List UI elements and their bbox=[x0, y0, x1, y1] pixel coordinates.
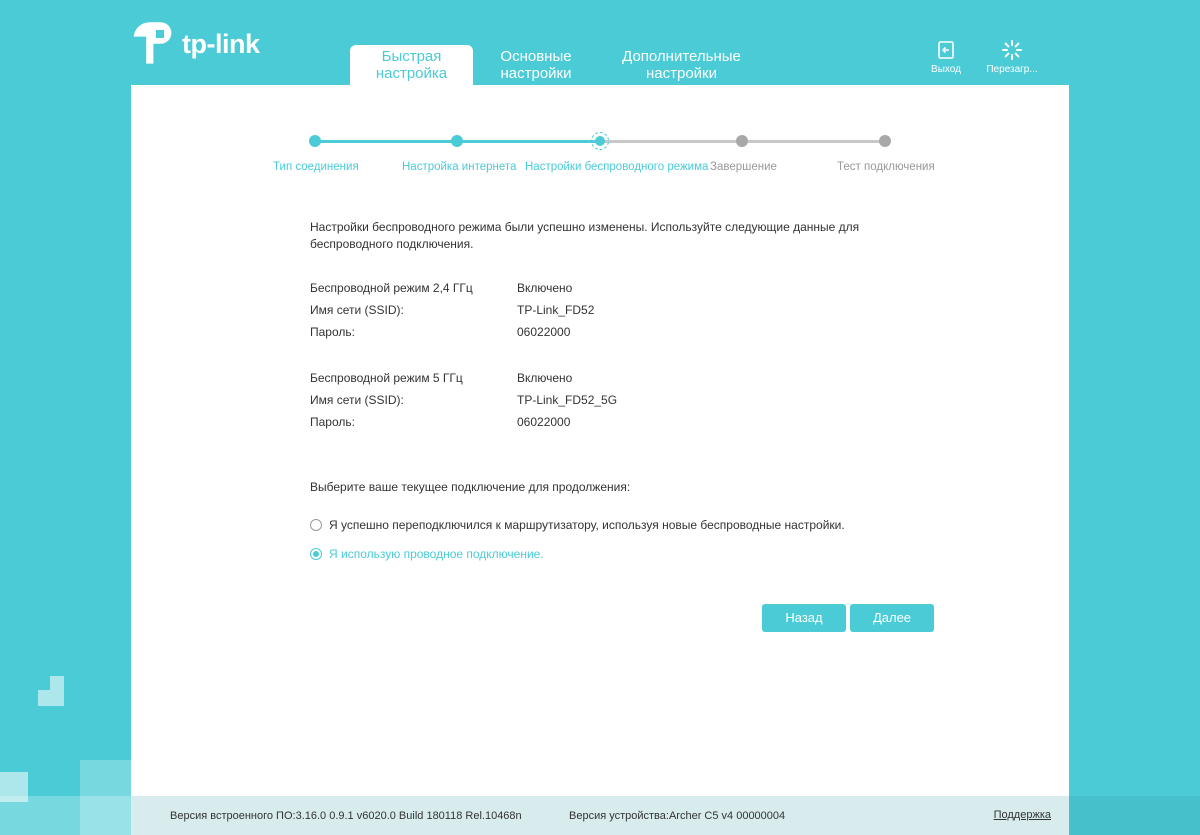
step-dot-4 bbox=[736, 135, 748, 147]
step-dot-1 bbox=[309, 135, 321, 147]
band-5-mode-value: Включено bbox=[517, 371, 573, 385]
logout-icon bbox=[938, 41, 954, 59]
reboot-button[interactable]: Перезагр... bbox=[984, 39, 1040, 75]
band-24-password-label: Пароль: bbox=[310, 325, 355, 339]
info-row: Беспроводной режим 2,4 ГГц Включено bbox=[310, 277, 930, 299]
step-dot-3 bbox=[595, 136, 605, 146]
band-24-password-value: 06022000 bbox=[517, 325, 571, 339]
band-24-ssid-label: Имя сети (SSID): bbox=[310, 303, 404, 317]
step-label-internet-setup: Настройка интернета bbox=[402, 161, 517, 173]
info-row: Имя сети (SSID): TP-Link_FD52 bbox=[310, 299, 930, 321]
info-row: Имя сети (SSID): TP-Link_FD52_5G bbox=[310, 389, 930, 411]
hardware-version: Версия устройства:Archer C5 v4 00000004 bbox=[569, 810, 786, 822]
tab-basic-settings[interactable]: Основные настройки bbox=[473, 45, 599, 85]
firmware-version: Версия встроенного ПО:3.16.0 0.9.1 v6020… bbox=[170, 810, 522, 822]
step-label-wireless-settings: Настройки беспроводного режима bbox=[525, 161, 709, 173]
decorative-square-cutout bbox=[38, 676, 50, 690]
brand-name: tp-link bbox=[182, 28, 260, 59]
info-row: Пароль: 06022000 bbox=[310, 321, 930, 343]
wireless-summary: Настройки беспроводного режима были успе… bbox=[310, 219, 930, 561]
footer: Версия встроенного ПО:3.16.0 0.9.1 v6020… bbox=[131, 796, 1069, 835]
band-5-password-label: Пароль: bbox=[310, 415, 355, 429]
header-actions: Выход Перезагр... bbox=[926, 39, 1040, 75]
next-button[interactable]: Далее bbox=[850, 604, 934, 632]
intro-text: Настройки беспроводного режима были успе… bbox=[310, 220, 860, 251]
support-link[interactable]: Поддержка bbox=[994, 809, 1051, 821]
step-dot-2 bbox=[451, 135, 463, 147]
main-nav-tabs: Быстрая настройка Основные настройки Доп… bbox=[350, 45, 764, 85]
band-24-mode-label: Беспроводной режим 2,4 ГГц bbox=[310, 281, 473, 295]
reboot-spinner-icon bbox=[1002, 40, 1022, 60]
option-wireless-reconnected[interactable]: Я успешно переподключился к маршрутизато… bbox=[310, 518, 930, 532]
footer-left-band bbox=[0, 796, 131, 835]
tab-advanced-settings[interactable]: Дополнительные настройки bbox=[599, 45, 764, 85]
option-wireless-label: Я успешно переподключился к маршрутизато… bbox=[329, 518, 845, 532]
option-wired-label: Я использую проводное подключение. bbox=[329, 547, 544, 561]
tp-link-logo-icon bbox=[130, 20, 178, 68]
band-5-ssid-value: TP-Link_FD52_5G bbox=[517, 393, 618, 407]
step-label-connection-test: Тест подключения bbox=[837, 161, 935, 173]
footer-right-band bbox=[1069, 796, 1200, 835]
setup-stepper: Тип соединения Настройка интернета Настр… bbox=[131, 85, 1069, 185]
tp-link-logo: tp-link bbox=[130, 20, 260, 68]
info-row: Беспроводной режим 5 ГГц Включено bbox=[310, 367, 930, 389]
connection-prompt: Выберите ваше текущее подключение для пр… bbox=[310, 480, 631, 494]
radio-wired-connection[interactable] bbox=[310, 548, 322, 560]
back-button[interactable]: Назад bbox=[762, 604, 846, 632]
step-dot-5 bbox=[879, 135, 891, 147]
option-wired-connection[interactable]: Я использую проводное подключение. bbox=[310, 547, 930, 561]
tab-quick-setup[interactable]: Быстрая настройка bbox=[350, 45, 473, 85]
radio-wireless-reconnected[interactable] bbox=[310, 519, 322, 531]
logout-button[interactable]: Выход bbox=[926, 39, 966, 75]
band-24-mode-value: Включено bbox=[517, 281, 573, 295]
band-24ghz-info: Беспроводной режим 2,4 ГГц Включено Имя … bbox=[310, 277, 930, 343]
band-5-ssid-label: Имя сети (SSID): bbox=[310, 393, 404, 407]
band-5-mode-label: Беспроводной режим 5 ГГц bbox=[310, 371, 463, 385]
logout-label: Выход bbox=[931, 64, 961, 75]
reboot-label: Перезагр... bbox=[986, 64, 1038, 75]
step-label-connection-type: Тип соединения bbox=[273, 161, 359, 173]
band-5ghz-info: Беспроводной режим 5 ГГц Включено Имя се… bbox=[310, 367, 930, 433]
step-label-finish: Завершение bbox=[710, 161, 777, 173]
band-24-ssid-value: TP-Link_FD52 bbox=[517, 303, 595, 317]
band-5-password-value: 06022000 bbox=[517, 415, 571, 429]
main-panel: Тип соединения Настройка интернета Настр… bbox=[131, 85, 1069, 796]
info-row: Пароль: 06022000 bbox=[310, 411, 930, 433]
